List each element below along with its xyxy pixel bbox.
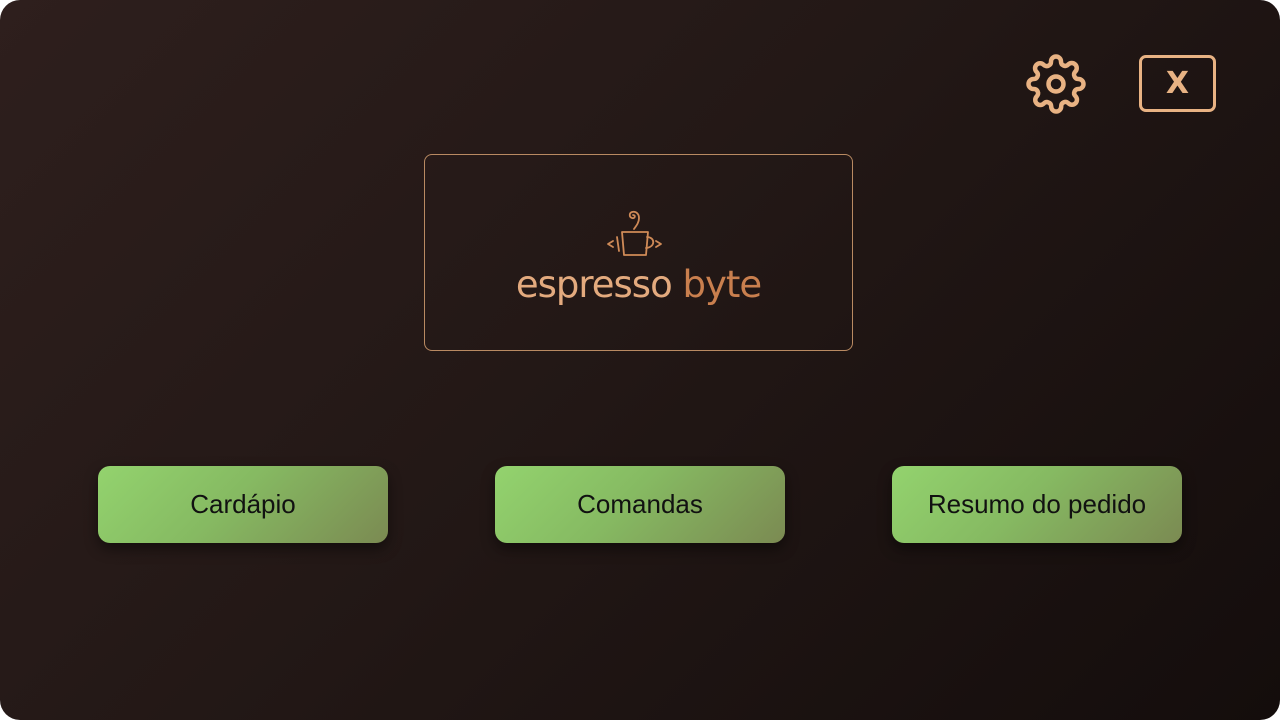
order-summary-button[interactable]: Resumo do pedido — [892, 466, 1182, 543]
close-button[interactable]: X — [1139, 55, 1216, 112]
orders-button[interactable]: Comandas — [495, 466, 785, 543]
settings-button[interactable] — [1024, 52, 1088, 116]
logo-wordmark: espresso byte — [425, 263, 852, 307]
logo-frame: espresso byte — [424, 154, 853, 351]
coffee-cup-code-icon — [607, 210, 662, 256]
logo-word-espresso: espresso — [515, 263, 673, 306]
close-label: X — [1165, 65, 1190, 101]
logo-word-byte: byte — [682, 263, 763, 306]
app-window: X espresso byte Cardápio Comandas Resumo… — [0, 0, 1280, 720]
menu-button[interactable]: Cardápio — [98, 466, 388, 543]
gear-icon — [1026, 54, 1086, 114]
